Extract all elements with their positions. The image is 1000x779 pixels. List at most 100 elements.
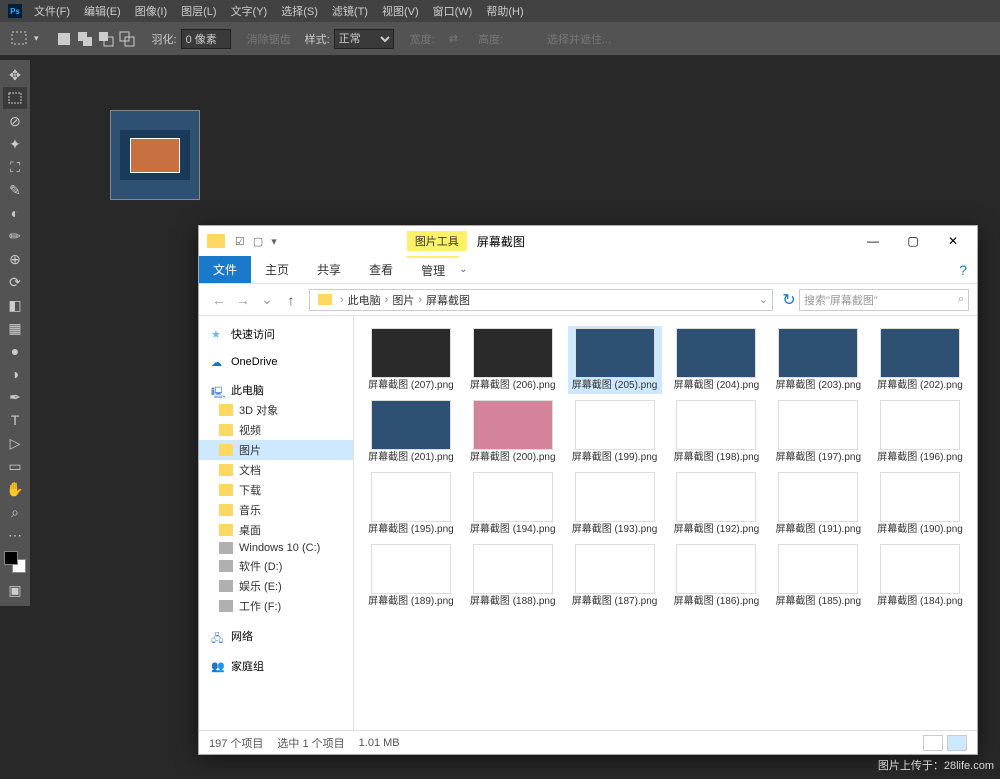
breadcrumb-p1[interactable]: 图片 bbox=[392, 292, 414, 308]
search-input[interactable]: 搜索"屏幕截图" ⌕ bbox=[799, 289, 969, 311]
file-item[interactable]: 屏幕截图 (202).png bbox=[873, 326, 967, 394]
menu-help[interactable]: 帮助(H) bbox=[486, 3, 523, 19]
type-tool[interactable]: T bbox=[3, 409, 27, 431]
sidebar-videos[interactable]: 视频 bbox=[199, 420, 353, 440]
zoom-tool[interactable]: ⌕ bbox=[3, 501, 27, 523]
stamp-tool[interactable]: ⊕ bbox=[3, 248, 27, 270]
menu-select[interactable]: 选择(S) bbox=[281, 3, 318, 19]
brush-tool[interactable]: ✏ bbox=[3, 225, 27, 247]
file-item[interactable]: 屏幕截图 (198).png bbox=[670, 398, 764, 466]
file-item[interactable]: 屏幕截图 (200).png bbox=[466, 398, 560, 466]
marquee-tool-icon[interactable] bbox=[10, 30, 32, 48]
sidebar-network[interactable]: 🖧网络 bbox=[199, 626, 353, 646]
file-item[interactable]: 屏幕截图 (207).png bbox=[364, 326, 458, 394]
qat-dropdown-icon[interactable]: ▾ bbox=[271, 235, 277, 248]
file-item[interactable]: 屏幕截图 (199).png bbox=[568, 398, 662, 466]
dodge-tool[interactable]: ◑ bbox=[3, 363, 27, 385]
quickmask-tool[interactable]: ▣ bbox=[3, 579, 27, 601]
heal-tool[interactable]: ◐ bbox=[3, 202, 27, 224]
file-item[interactable]: 屏幕截图 (189).png bbox=[364, 542, 458, 610]
file-item[interactable]: 屏幕截图 (195).png bbox=[364, 470, 458, 538]
file-item[interactable]: 屏幕截图 (190).png bbox=[873, 470, 967, 538]
pen-tool[interactable]: ✒ bbox=[3, 386, 27, 408]
help-icon[interactable]: ? bbox=[959, 262, 967, 278]
sidebar-drive-f[interactable]: 工作 (F:) bbox=[199, 596, 353, 616]
file-item[interactable]: 屏幕截图 (201).png bbox=[364, 398, 458, 466]
file-item[interactable]: 屏幕截图 (185).png bbox=[771, 542, 865, 610]
explorer-titlebar[interactable]: ☑ ▢ ▾ 图片工具 屏幕截图 — ▢ ✕ bbox=[199, 226, 977, 256]
addr-dropdown-icon[interactable]: ⌄ bbox=[759, 293, 768, 306]
breadcrumb-p2[interactable]: 屏幕截图 bbox=[426, 292, 470, 308]
nav-up[interactable]: ↑ bbox=[279, 292, 303, 308]
close-button[interactable]: ✕ bbox=[933, 227, 973, 255]
qat-checkbox-icon[interactable]: ☑ bbox=[235, 235, 245, 248]
move-tool[interactable]: ✥ bbox=[3, 64, 27, 86]
sidebar-3dobjects[interactable]: 3D 对象 bbox=[199, 400, 353, 420]
file-item[interactable]: 屏幕截图 (194).png bbox=[466, 470, 560, 538]
sidebar-downloads[interactable]: 下载 bbox=[199, 480, 353, 500]
sidebar-desktop[interactable]: 桌面 bbox=[199, 520, 353, 540]
feather-input[interactable] bbox=[181, 29, 231, 49]
new-selection-icon[interactable] bbox=[55, 30, 73, 48]
menu-layer[interactable]: 图层(L) bbox=[181, 3, 216, 19]
sidebar-thispc[interactable]: 🖳此电脑 bbox=[199, 380, 353, 400]
view-thumbs-button[interactable] bbox=[947, 735, 967, 751]
file-item[interactable]: 屏幕截图 (188).png bbox=[466, 542, 560, 610]
nav-recent[interactable]: ⌄ bbox=[255, 291, 279, 308]
file-item[interactable]: 屏幕截图 (206).png bbox=[466, 326, 560, 394]
subtract-selection-icon[interactable] bbox=[97, 30, 115, 48]
sidebar-onedrive[interactable]: ☁OneDrive bbox=[199, 354, 353, 370]
ribbon-expand-icon[interactable]: ⌄ bbox=[459, 264, 467, 275]
lasso-tool[interactable]: ⊘ bbox=[3, 110, 27, 132]
tab-view[interactable]: 查看 bbox=[355, 256, 407, 283]
menu-file[interactable]: 文件(F) bbox=[34, 3, 70, 19]
direct-tool[interactable]: ▷ bbox=[3, 432, 27, 454]
file-item[interactable]: 屏幕截图 (191).png bbox=[771, 470, 865, 538]
nav-back[interactable]: ← bbox=[207, 292, 231, 308]
crop-tool[interactable]: ⛶ bbox=[3, 156, 27, 178]
tab-file[interactable]: 文件 bbox=[199, 256, 251, 283]
file-item[interactable]: 屏幕截图 (205).png bbox=[568, 326, 662, 394]
file-item[interactable]: 屏幕截图 (204).png bbox=[670, 326, 764, 394]
fg-color[interactable] bbox=[4, 551, 18, 565]
marquee-tool[interactable] bbox=[3, 87, 27, 109]
shape-tool[interactable]: ▭ bbox=[3, 455, 27, 477]
gradient-tool[interactable]: ▦ bbox=[3, 317, 27, 339]
menu-type[interactable]: 文字(Y) bbox=[231, 3, 268, 19]
sidebar-music[interactable]: 音乐 bbox=[199, 500, 353, 520]
document-thumbnail[interactable] bbox=[110, 110, 200, 200]
wand-tool[interactable]: ✦ bbox=[3, 133, 27, 155]
menu-view[interactable]: 视图(V) bbox=[382, 3, 419, 19]
menu-window[interactable]: 窗口(W) bbox=[433, 3, 473, 19]
nav-forward[interactable]: → bbox=[231, 292, 255, 308]
minimize-button[interactable]: — bbox=[853, 227, 893, 255]
file-item[interactable]: 屏幕截图 (203).png bbox=[771, 326, 865, 394]
sidebar-quickaccess[interactable]: ★快速访问 bbox=[199, 324, 353, 344]
file-item[interactable]: 屏幕截图 (196).png bbox=[873, 398, 967, 466]
more-tools[interactable]: ⋯ bbox=[3, 524, 27, 546]
eyedropper-tool[interactable]: ✎ bbox=[3, 179, 27, 201]
blur-tool[interactable]: ● bbox=[3, 340, 27, 362]
file-item[interactable]: 屏幕截图 (186).png bbox=[670, 542, 764, 610]
refresh-icon[interactable]: ↻ bbox=[779, 290, 799, 310]
file-item[interactable]: 屏幕截图 (197).png bbox=[771, 398, 865, 466]
tab-manage[interactable]: 管理 bbox=[407, 256, 459, 283]
sidebar-drive-d[interactable]: 软件 (D:) bbox=[199, 556, 353, 576]
maximize-button[interactable]: ▢ bbox=[893, 227, 933, 255]
intersect-selection-icon[interactable] bbox=[118, 30, 136, 48]
sidebar-drive-c[interactable]: Windows 10 (C:) bbox=[199, 540, 353, 556]
sidebar-documents[interactable]: 文档 bbox=[199, 460, 353, 480]
qat-folder-icon[interactable]: ▢ bbox=[253, 235, 263, 248]
add-selection-icon[interactable] bbox=[76, 30, 94, 48]
menu-edit[interactable]: 编辑(E) bbox=[84, 3, 121, 19]
eraser-tool[interactable]: ◧ bbox=[3, 294, 27, 316]
sidebar-pictures[interactable]: 图片 bbox=[199, 440, 353, 460]
history-tool[interactable]: ⟳ bbox=[3, 271, 27, 293]
menu-filter[interactable]: 滤镜(T) bbox=[332, 3, 368, 19]
file-item[interactable]: 屏幕截图 (193).png bbox=[568, 470, 662, 538]
sidebar-drive-e[interactable]: 娱乐 (E:) bbox=[199, 576, 353, 596]
menu-image[interactable]: 图像(I) bbox=[135, 3, 167, 19]
file-item[interactable]: 屏幕截图 (192).png bbox=[670, 470, 764, 538]
file-item[interactable]: 屏幕截图 (187).png bbox=[568, 542, 662, 610]
sidebar-homegroup[interactable]: 👥家庭组 bbox=[199, 656, 353, 676]
